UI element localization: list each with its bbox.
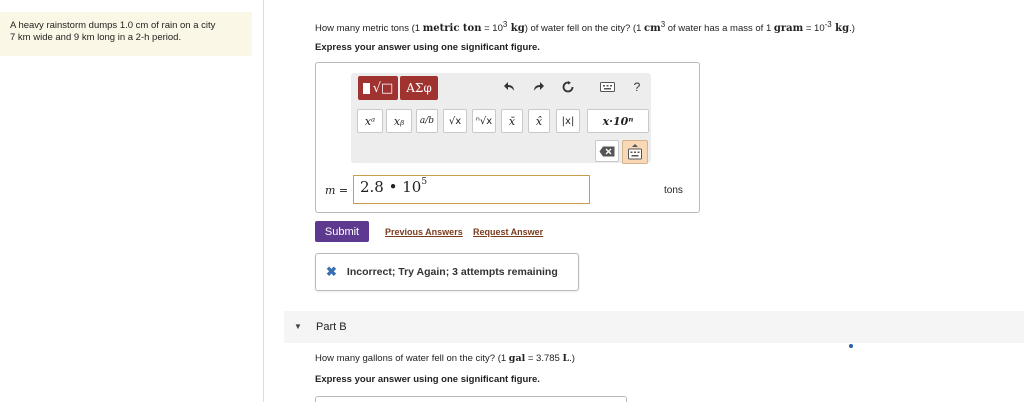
redo-icon[interactable]	[528, 77, 548, 97]
unit-cm: cm	[644, 23, 661, 35]
problem-line-2: 7 km wide and 9 km long in a 2-h period.	[10, 32, 182, 43]
feedback-text: Incorrect; Try Again; 3 attempts remaini…	[346, 266, 558, 278]
problem-line-1: A heavy rainstorm dumps 1.0 cm of rain o…	[10, 20, 216, 31]
templates-icon	[362, 82, 370, 94]
question-text: How many gallons of water fell on the ci…	[315, 353, 509, 364]
part-b-instruction: Express your answer using one significan…	[315, 374, 540, 385]
question-text: How many metric tons (1	[315, 23, 423, 35]
part-a-instruction: Express your answer using one significan…	[315, 42, 540, 53]
unit-kg: kg	[831, 23, 850, 35]
problem-statement: A heavy rainstorm dumps 1.0 cm of rain o…	[0, 12, 252, 56]
x-icon: ✖	[326, 264, 337, 279]
answer-panel: √□ ΑΣφ ? xᵃ xᵦ a/b √x ⁿ√x x̄ x̂ |x| x·10…	[315, 62, 700, 213]
templates-button[interactable]: √□	[358, 76, 398, 100]
units-label: tons	[664, 185, 683, 196]
unit-gram: gram	[773, 23, 804, 35]
scientific-notation-button[interactable]: x·10ⁿ	[587, 109, 649, 133]
status-dot	[849, 344, 853, 348]
collapse-caret-icon[interactable]: ▼	[294, 322, 302, 331]
keyboard-icon[interactable]	[597, 77, 617, 97]
subscript-button[interactable]: xᵦ	[386, 109, 412, 133]
feedback-box: ✖ Incorrect; Try Again; 3 attempts remai…	[315, 253, 579, 291]
keyboard-up-icon	[628, 144, 642, 160]
delete-button[interactable]	[595, 140, 619, 162]
submit-button[interactable]: Submit	[315, 221, 369, 242]
undo-icon[interactable]	[500, 77, 520, 97]
greek-symbols-button[interactable]: ΑΣφ	[400, 76, 438, 100]
request-answer-link[interactable]: Request Answer	[473, 227, 543, 237]
fraction-button[interactable]: a/b	[416, 109, 438, 133]
question-text: of water has a mass of 1	[665, 23, 774, 35]
math-toolbar: √□ ΑΣφ ? xᵃ xᵦ a/b √x ⁿ√x x̄ x̂ |x| x·10…	[351, 73, 651, 164]
part-b-label[interactable]: Part B	[316, 321, 347, 333]
exponent: -3	[824, 20, 832, 29]
column-divider	[263, 0, 264, 402]
question-text: = 3.785	[525, 353, 563, 364]
help-button[interactable]: ?	[627, 77, 647, 97]
variable-label: m =	[325, 184, 349, 197]
nth-root-button[interactable]: ⁿ√x	[472, 109, 496, 133]
keyboard-toggle-button[interactable]	[622, 140, 648, 164]
unit-kg: kg	[507, 23, 525, 35]
question-text: .)	[569, 353, 575, 364]
previous-answers-link[interactable]: Previous Answers	[385, 227, 463, 237]
answer-mantissa: 2.8 • 10	[360, 178, 422, 196]
unit-gal: gal	[508, 353, 526, 364]
part-b-question: How many gallons of water fell on the ci…	[315, 353, 575, 364]
part-b-header[interactable]	[284, 311, 1024, 343]
answer-exponent: 5	[421, 177, 428, 187]
sqrt-button[interactable]: √x	[443, 109, 467, 133]
part-b-answer-panel	[315, 396, 627, 402]
vector-bar-button[interactable]: x̄	[501, 109, 523, 133]
unit-metric-ton: metric ton	[422, 23, 482, 35]
answer-input[interactable]: 2.8 • 105	[353, 175, 590, 204]
superscript-button[interactable]: xᵃ	[357, 109, 383, 133]
sqrt-template-icon: √□	[372, 80, 394, 96]
part-a-question: How many metric tons (1 metric ton = 103…	[315, 20, 855, 34]
backspace-icon	[599, 146, 615, 156]
question-text: ) of water fell on the city? (1	[524, 23, 645, 35]
question-text: .)	[849, 23, 855, 35]
question-text: = 10	[803, 23, 825, 35]
unit-vector-button[interactable]: x̂	[528, 109, 550, 133]
abs-value-button[interactable]: |x|	[556, 109, 580, 133]
reset-icon[interactable]	[558, 77, 578, 97]
question-text: = 10	[481, 23, 503, 35]
